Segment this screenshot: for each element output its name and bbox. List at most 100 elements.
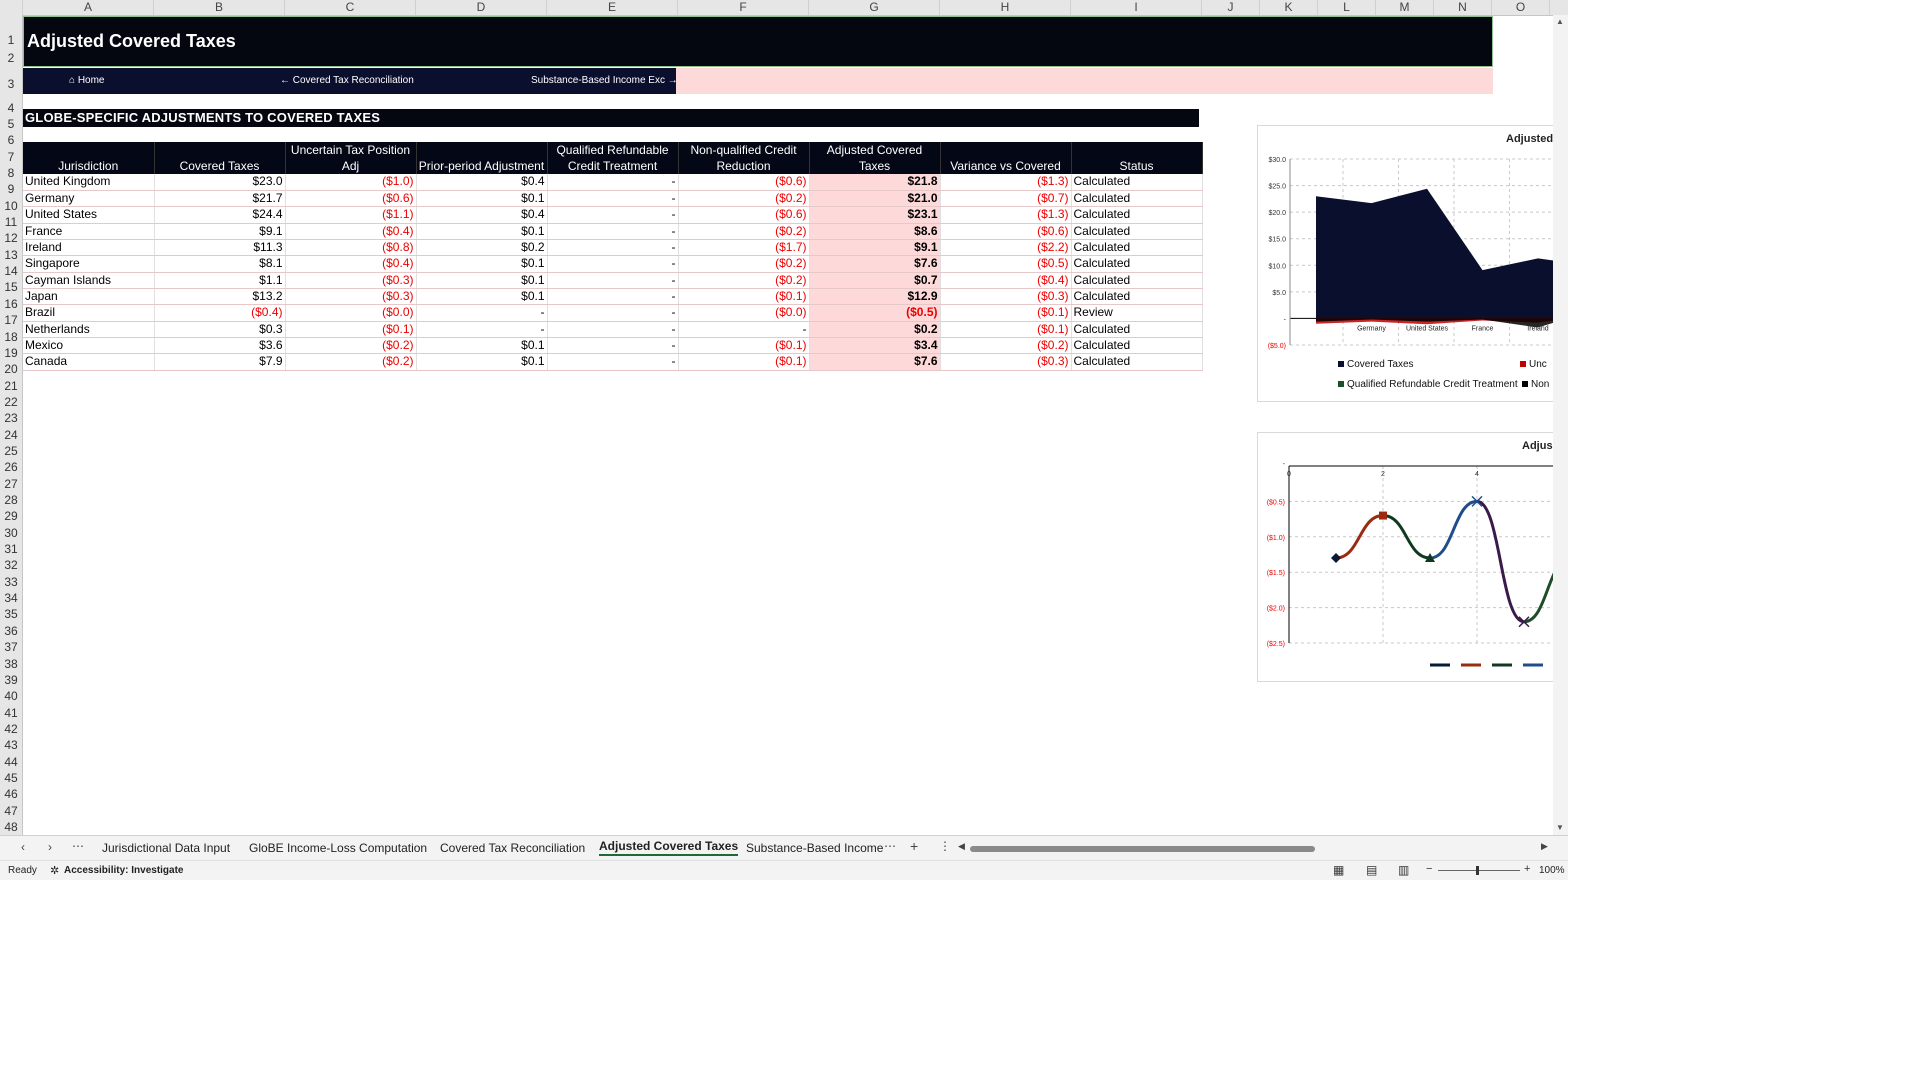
cell-non-qualified[interactable]: ($0.2) [678, 223, 810, 240]
cell-non-qualified[interactable]: ($0.2) [678, 255, 810, 273]
zoom-slider[interactable] [1438, 870, 1520, 871]
row-header-18[interactable]: 18 [0, 330, 22, 344]
row-header-21[interactable]: 21 [0, 379, 22, 393]
cell-variance[interactable]: ($2.2) [940, 239, 1072, 257]
row-header-3[interactable]: 3 [0, 77, 22, 91]
row-header-26[interactable]: 26 [0, 460, 22, 474]
row-header-40[interactable]: 40 [0, 689, 22, 703]
row-header-6[interactable]: 6 [0, 133, 22, 147]
row-header-36[interactable]: 36 [0, 624, 22, 638]
cell-variance[interactable]: ($0.7) [940, 190, 1072, 208]
cell-jurisdiction[interactable]: France [23, 223, 155, 240]
row-header-23[interactable]: 23 [0, 411, 22, 425]
cell-qualified-refundable[interactable]: - [547, 272, 679, 289]
column-header-I[interactable]: I [1071, 0, 1202, 15]
cell-covered-taxes[interactable]: ($0.4) [154, 304, 286, 322]
cell-jurisdiction[interactable]: United Kingdom [23, 174, 155, 191]
nav-next-link[interactable]: Substance-Based Income Exc → [531, 75, 678, 86]
row-header-35[interactable]: 35 [0, 607, 22, 621]
cell-non-qualified[interactable]: ($0.1) [678, 288, 810, 306]
row-header-22[interactable]: 22 [0, 395, 22, 409]
cell-uncertain-tax[interactable]: ($0.8) [285, 239, 417, 257]
cell-adjusted-covered[interactable]: $21.0 [808, 190, 941, 208]
header-status[interactable]: Status [1071, 142, 1203, 174]
cell-variance[interactable]: ($0.4) [940, 272, 1072, 289]
zoom-out-icon[interactable]: − [1426, 863, 1432, 875]
vertical-scrollbar[interactable]: ▲ ▼ [1553, 15, 1568, 835]
tab-jurisdictional-data-input[interactable]: Jurisdictional Data Input [102, 841, 230, 855]
header-covered-taxes[interactable]: Covered Taxes [154, 142, 286, 174]
cell-prior-period[interactable]: $0.1 [416, 288, 548, 306]
column-header-E[interactable]: E [547, 0, 678, 15]
row-header-2[interactable]: 2 [0, 51, 22, 65]
cell-uncertain-tax[interactable]: ($0.6) [285, 190, 417, 208]
cell-prior-period[interactable]: $0.4 [416, 206, 548, 224]
row-header-33[interactable]: 33 [0, 575, 22, 589]
row-header-42[interactable]: 42 [0, 722, 22, 736]
tab-covered-tax-reconciliation[interactable]: Covered Tax Reconciliation [440, 841, 585, 855]
cell-variance[interactable]: ($0.3) [940, 288, 1072, 306]
row-header-45[interactable]: 45 [0, 771, 22, 785]
cell-qualified-refundable[interactable]: - [547, 174, 679, 191]
cell-jurisdiction[interactable]: Cayman Islands [23, 272, 155, 289]
tab-more-right-icon[interactable]: ⋯ [884, 839, 896, 853]
row-header-5[interactable]: 5 [0, 117, 22, 131]
cell-prior-period[interactable]: $0.1 [416, 353, 548, 371]
cell-uncertain-tax[interactable]: ($0.2) [285, 353, 417, 371]
header-prior-period[interactable]: Prior-period Adjustment [416, 142, 548, 174]
cell-covered-taxes[interactable]: $7.9 [154, 353, 286, 371]
column-header-A[interactable]: A [23, 0, 154, 15]
cell-status[interactable]: Calculated [1071, 337, 1203, 355]
header-variance[interactable]: Variance vs Covered [940, 142, 1072, 174]
cell-qualified-refundable[interactable]: - [547, 304, 679, 322]
cell-non-qualified[interactable]: ($0.1) [678, 353, 810, 371]
cell-adjusted-covered[interactable]: $3.4 [808, 337, 941, 355]
cell-jurisdiction[interactable]: Mexico [23, 337, 155, 355]
cell-jurisdiction[interactable]: Germany [23, 190, 155, 208]
cell-adjusted-covered[interactable]: $12.9 [808, 288, 941, 306]
tab-substance-based-income[interactable]: Substance-Based Income [746, 841, 883, 855]
cell-qualified-refundable[interactable]: - [547, 321, 679, 338]
row-header-27[interactable]: 27 [0, 477, 22, 491]
row-header-12[interactable]: 12 [0, 231, 22, 245]
page-break-icon[interactable]: ▥ [1398, 863, 1409, 877]
zoom-slider-thumb[interactable] [1476, 866, 1479, 875]
cell-uncertain-tax[interactable]: ($0.3) [285, 288, 417, 306]
cell-covered-taxes[interactable]: $8.1 [154, 255, 286, 273]
header-qualified-refundable[interactable]: Qualified Refundable Credit Treatment [547, 142, 679, 174]
cell-variance[interactable]: ($0.1) [940, 321, 1072, 338]
cell-covered-taxes[interactable]: $0.3 [154, 321, 286, 338]
row-header-7[interactable]: 7 [0, 150, 22, 164]
line-series-segment[interactable] [1429, 499, 1478, 560]
line-chart[interactable]: Adjus - ($0.5) ($1.0) ($1.5) ($2.0) ($2.5) 0 2 4 [1257, 432, 1557, 682]
cell-status[interactable]: Calculated [1071, 206, 1203, 224]
scroll-up-icon[interactable]: ▲ [1556, 17, 1564, 26]
cell-uncertain-tax[interactable]: ($0.1) [285, 321, 417, 338]
zoom-level[interactable]: 100% [1539, 865, 1565, 876]
row-header-30[interactable]: 30 [0, 526, 22, 540]
cell-covered-taxes[interactable]: $9.1 [154, 223, 286, 240]
header-non-qualified[interactable]: Non-qualified Credit Reduction [678, 142, 810, 174]
column-header-O[interactable]: O [1492, 0, 1550, 15]
row-header-41[interactable]: 41 [0, 706, 22, 720]
column-header-F[interactable]: F [678, 0, 809, 15]
cell-adjusted-covered[interactable]: $8.6 [808, 223, 941, 240]
cell-covered-taxes[interactable]: $23.0 [154, 174, 286, 191]
cell-non-qualified[interactable]: - [678, 321, 810, 338]
row-header-4[interactable]: 4 [0, 101, 22, 115]
cell-non-qualified[interactable]: ($0.6) [678, 206, 810, 224]
cell-covered-taxes[interactable]: $21.7 [154, 190, 286, 208]
cell-non-qualified[interactable]: ($0.0) [678, 304, 810, 322]
cell-variance[interactable]: ($0.1) [940, 304, 1072, 322]
accessibility-icon[interactable]: ✲ [50, 864, 59, 877]
cell-uncertain-tax[interactable]: ($1.1) [285, 206, 417, 224]
cell-jurisdiction[interactable]: United States [23, 206, 155, 224]
cell-prior-period[interactable]: $0.1 [416, 337, 548, 355]
cell-covered-taxes[interactable]: $24.4 [154, 206, 286, 224]
horizontal-scrollbar-thumb[interactable] [970, 846, 1315, 852]
header-adjusted-covered[interactable]: Adjusted Covered Taxes [809, 142, 941, 174]
row-header-34[interactable]: 34 [0, 591, 22, 605]
row-header-9[interactable]: 9 [0, 182, 22, 196]
column-header-B[interactable]: B [154, 0, 285, 15]
sheet-options-icon[interactable]: ⋮ [939, 839, 951, 853]
